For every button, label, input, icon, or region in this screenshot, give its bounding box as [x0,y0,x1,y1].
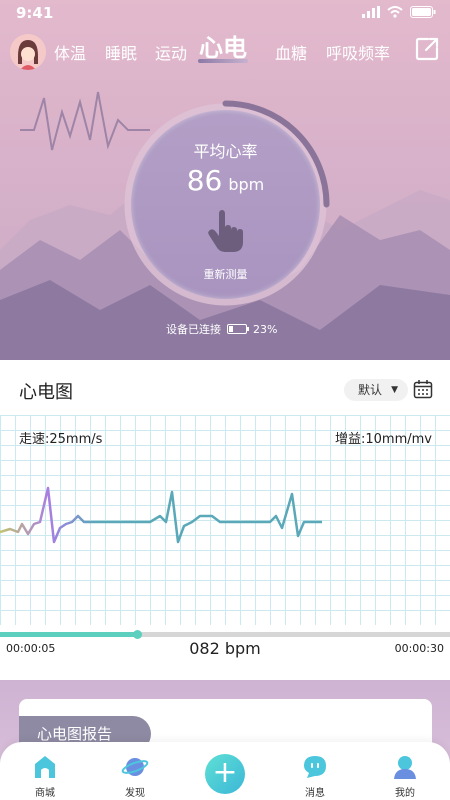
battery-icon [410,6,436,18]
nav-shop[interactable]: 商城 [10,742,80,800]
avatar[interactable] [10,34,46,70]
average-heart-rate-value: 86 bpm [121,164,330,197]
ecg-speed-label: 走速:25mm/s [19,432,103,447]
chevron-down-icon: ▼ [391,385,398,395]
hero-section: 9:41 体温 睡眠 运动 心电 血糖 呼吸频率 平均心率 86 bpm 重新测… [0,0,450,360]
playback-bpm: 082 bpm [189,639,261,658]
nav-discover-label: 发现 [125,788,145,799]
tab-respiration-rate[interactable]: 呼吸频率 [326,40,390,64]
share-icon[interactable] [414,36,440,62]
message-icon [304,756,326,778]
signal-icon [362,6,380,18]
avatar-girl-icon [10,34,46,70]
nav-messages[interactable]: 消息 [280,742,350,800]
device-battery-icon [227,324,249,334]
tab-exercise[interactable]: 运动 [155,40,187,64]
playback-progress[interactable] [0,630,450,639]
device-battery-level: 23% [253,322,278,336]
heart-rate-dial: 平均心率 86 bpm 重新测量 [121,100,330,309]
discover-icon [121,758,149,776]
heart-rate-unit: bpm [228,175,265,194]
nav-messages-label: 消息 [305,788,325,799]
tab-temperature[interactable]: 体温 [54,40,86,64]
profile-icon [394,756,416,779]
nav-shop-label: 商城 [35,788,55,799]
add-icon: + [212,755,238,790]
category-tabs: 体温 睡眠 运动 心电 血糖 呼吸频率 [0,28,450,74]
playback-progress-handle[interactable] [133,630,143,639]
nav-profile[interactable]: 我的 [370,742,440,800]
device-status: 设备已连接 23% [166,321,277,337]
tab-sleep[interactable]: 睡眠 [105,40,137,64]
ecg-waveform [0,486,322,544]
ecg-header: 心电图 默认 ▼ [0,372,450,408]
ecg-mode-select[interactable]: 默认 ▼ [344,379,408,401]
tab-active-indicator [198,59,248,63]
device-connected-label: 设备已连接 [166,323,221,336]
status-time: 9:41 [16,4,54,22]
heart-rate-number: 86 [186,164,223,197]
remeasure-button[interactable]: 重新测量 [121,266,330,282]
ecg-gain-label: 增益:10mm/mv [335,432,432,447]
ecg-title: 心电图 [19,382,73,403]
tap-icon[interactable] [205,208,245,254]
add-button[interactable]: + [205,754,245,794]
status-bar: 9:41 [0,0,450,26]
nav-profile-label: 我的 [395,788,415,799]
calendar-icon[interactable] [413,379,433,399]
tab-ecg[interactable]: 心电 [199,28,247,63]
average-heart-rate-label: 平均心率 [193,142,258,161]
playback-end-time: 00:00:30 [394,642,444,655]
status-icons [362,6,436,18]
shop-icon [35,756,55,778]
tab-blood-sugar[interactable]: 血糖 [275,40,307,64]
nav-discover[interactable]: 发现 [100,742,170,800]
ecg-mode-value: 默认 [358,383,383,397]
playback-progress-fill [0,632,138,637]
wifi-icon [387,6,403,18]
